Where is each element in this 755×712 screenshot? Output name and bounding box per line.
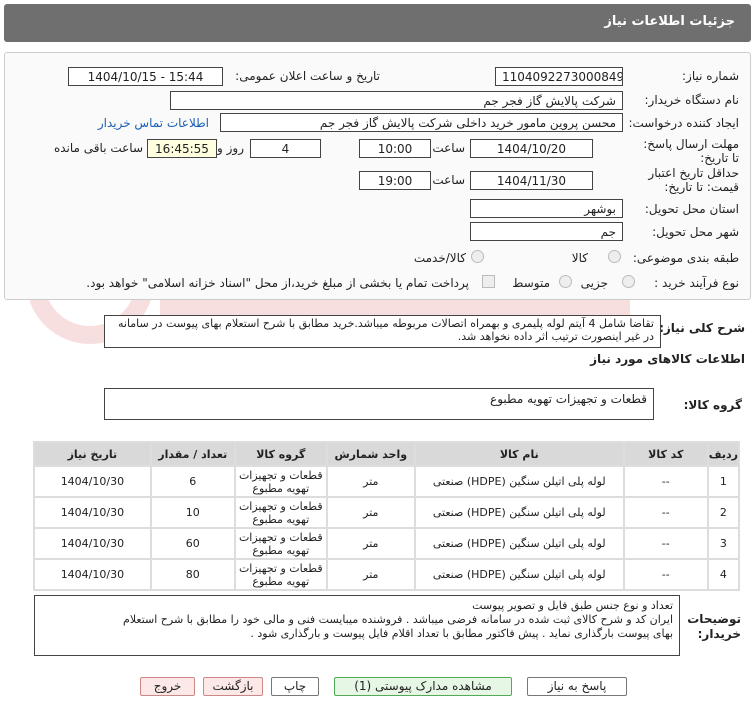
col-date: تاریخ نیاز: [35, 443, 150, 465]
process-label: نوع فرآیند خرید :: [654, 276, 739, 290]
need-number-field: 1104092273000849: [495, 67, 623, 86]
days-label: روز و: [217, 141, 244, 155]
cell-row: 3: [708, 529, 738, 558]
process-radio-medium[interactable]: [559, 275, 572, 288]
summary-text: تقاضا شامل 4 آیتم لوله پلیمری و بهمراه ا…: [104, 315, 661, 348]
send-deadline-label: مهلت ارسال پاسخ: تا تاریخ:: [643, 137, 739, 165]
col-name: نام کالا: [415, 443, 623, 465]
cell-code: --: [624, 529, 707, 558]
buyer-org-field: شرکت پالایش گاز فجر جم: [170, 91, 623, 110]
buyer-notes-line-3: بهای پیوست بارگذاری نماید . پیش فاکتور م…: [250, 627, 673, 640]
buyer-notes-line-1: تعداد و نوع جنس طبق فایل و تصویر پیوست: [472, 599, 673, 612]
creator-label: ایجاد کننده درخواست:: [628, 116, 739, 130]
reply-button[interactable]: پاسخ به نیاز: [527, 677, 627, 696]
cell-name: لوله پلی اتیلن سنگین (HDPE) صنعتی: [415, 467, 623, 496]
validity-time-field: 19:00: [359, 171, 431, 190]
exit-button[interactable]: خروج: [140, 677, 195, 696]
summary-label: شرح کلی نیاز:: [659, 321, 745, 335]
province-label: استان محل تحویل:: [644, 202, 739, 216]
province-field: بوشهر: [470, 199, 623, 218]
cell-unit: متر: [327, 467, 414, 496]
buyer-notes-box: تعداد و نوع جنس طبق فایل و تصویر پیوست ا…: [34, 595, 680, 656]
cell-group: قطعات و تجهیزات تهویه مطبوع: [235, 560, 326, 589]
items-table: ردیف کد کالا نام کالا واحد شمارش گروه کا…: [33, 441, 740, 591]
cell-name: لوله پلی اتیلن سنگین (HDPE) صنعتی: [415, 560, 623, 589]
treasury-payment-note: پرداخت تمام یا بخشی از مبلغ خرید،از محل …: [86, 276, 469, 290]
col-group: گروه کالا: [235, 443, 326, 465]
remaining-time-label: ساعت باقی مانده: [53, 141, 143, 155]
treasury-payment-checkbox[interactable]: [482, 275, 495, 288]
buyer-notes-line-2: ایران کد و شرح کالای ثبت شده در سامانه ف…: [123, 613, 673, 626]
back-button[interactable]: بازگشت: [203, 677, 263, 696]
need-number-label: شماره نیاز:: [682, 69, 739, 83]
category-radio-goods[interactable]: [608, 250, 621, 263]
city-label: شهر محل تحویل:: [652, 225, 739, 239]
buyer-contact-link[interactable]: اطلاعات تماس خریدار: [98, 116, 209, 130]
announce-label: تاریخ و ساعت اعلان عمومی:: [235, 69, 380, 83]
cell-unit: متر: [327, 498, 414, 527]
process-option-medium: متوسط: [512, 276, 550, 290]
goods-info-heading: اطلاعات کالاهای مورد نیاز: [590, 352, 745, 366]
cell-code: --: [624, 560, 707, 589]
validity-hour-label: ساعت: [432, 173, 465, 187]
table-row: 4 -- لوله پلی اتیلن سنگین (HDPE) صنعتی م…: [35, 560, 738, 589]
cell-name: لوله پلی اتیلن سنگین (HDPE) صنعتی: [415, 498, 623, 527]
col-unit: واحد شمارش: [327, 443, 414, 465]
page-title: جزئیات اطلاعات نیاز: [604, 14, 735, 29]
cell-unit: متر: [327, 529, 414, 558]
page-header: جزئیات اطلاعات نیاز: [4, 4, 751, 42]
buyer-org-label: نام دستگاه خریدار:: [644, 93, 740, 107]
days-remaining-field: 4: [250, 139, 321, 158]
cell-unit: متر: [327, 560, 414, 589]
cell-qty: 6: [151, 467, 234, 496]
city-field: جم: [470, 222, 623, 241]
cell-date: 1404/10/30: [35, 467, 150, 496]
buyer-notes-label: توضیحات خریدار:: [687, 612, 741, 641]
cell-group: قطعات و تجهیزات تهویه مطبوع: [235, 529, 326, 558]
table-row: 3 -- لوله پلی اتیلن سنگین (HDPE) صنعتی م…: [35, 529, 738, 558]
goods-group-label: گروه کالا:: [683, 398, 742, 412]
table-header-row: ردیف کد کالا نام کالا واحد شمارش گروه کا…: [35, 443, 738, 465]
category-radio-goods-service[interactable]: [471, 250, 484, 263]
cell-qty: 60: [151, 529, 234, 558]
validity-label: حداقل تاریخ اعتبار قیمت: تا تاریخ:: [648, 166, 739, 194]
send-hour-label: ساعت: [432, 141, 465, 155]
process-option-minor: جزیی: [580, 276, 608, 290]
col-qty: تعداد / مقدار: [151, 443, 234, 465]
table-row: 1 -- لوله پلی اتیلن سنگین (HDPE) صنعتی م…: [35, 467, 738, 496]
send-date-field: 1404/10/20: [470, 139, 593, 158]
col-row: ردیف: [708, 443, 738, 465]
cell-name: لوله پلی اتیلن سنگین (HDPE) صنعتی: [415, 529, 623, 558]
validity-date-field: 1404/11/30: [470, 171, 593, 190]
cell-qty: 80: [151, 560, 234, 589]
cell-row: 4: [708, 560, 738, 589]
cell-date: 1404/10/30: [35, 498, 150, 527]
creator-field: محسن پروین مامور خرید داخلی شرکت پالایش …: [220, 113, 623, 132]
table-row: 2 -- لوله پلی اتیلن سنگین (HDPE) صنعتی م…: [35, 498, 738, 527]
category-label: طبقه بندی موضوعی:: [632, 251, 739, 265]
category-option-goods-service: کالا/خدمت: [413, 251, 466, 265]
cell-group: قطعات و تجهیزات تهویه مطبوع: [235, 467, 326, 496]
cell-row: 2: [708, 498, 738, 527]
col-code: کد کالا: [624, 443, 707, 465]
remaining-time-field: 16:45:55: [147, 139, 217, 158]
cell-date: 1404/10/30: [35, 529, 150, 558]
cell-group: قطعات و تجهیزات تهویه مطبوع: [235, 498, 326, 527]
announce-field: 1404/10/15 - 15:44: [68, 67, 223, 86]
process-radio-minor[interactable]: [622, 275, 635, 288]
view-attachments-button[interactable]: مشاهده مدارک پیوستی (1): [334, 677, 512, 696]
print-button[interactable]: چاپ: [271, 677, 319, 696]
cell-qty: 10: [151, 498, 234, 527]
category-option-goods: کالا: [571, 251, 588, 265]
cell-date: 1404/10/30: [35, 560, 150, 589]
send-time-field: 10:00: [359, 139, 431, 158]
cell-row: 1: [708, 467, 738, 496]
cell-code: --: [624, 498, 707, 527]
cell-code: --: [624, 467, 707, 496]
goods-group-field: قطعات و تجهیزات تهویه مطبوع: [104, 388, 654, 420]
